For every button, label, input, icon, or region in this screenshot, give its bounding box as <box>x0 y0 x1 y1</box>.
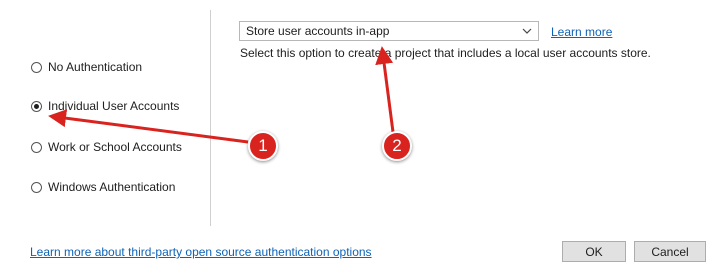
panel-divider <box>210 10 211 226</box>
chevron-down-icon <box>522 28 532 34</box>
annotation-arrow-2 <box>375 46 395 133</box>
radio-work-or-school-accounts[interactable]: Work or School Accounts <box>31 139 182 155</box>
radio-label: Windows Authentication <box>48 180 176 194</box>
learn-more-link[interactable]: Learn more <box>551 25 612 39</box>
radio-button[interactable] <box>31 61 42 73</box>
radio-button[interactable] <box>31 141 42 153</box>
radio-label: Individual User Accounts <box>48 99 180 113</box>
radio-button[interactable] <box>31 181 42 193</box>
third-party-auth-link[interactable]: Learn more about third-party open source… <box>30 245 372 259</box>
radio-label: Work or School Accounts <box>48 140 182 154</box>
option-description: Select this option to create a project t… <box>240 46 651 60</box>
annotation-badge-1: 1 <box>248 131 278 161</box>
radio-individual-user-accounts[interactable]: Individual User Accounts <box>31 98 179 114</box>
radio-no-authentication[interactable]: No Authentication <box>31 59 142 75</box>
annotation-badge-2: 2 <box>382 131 412 161</box>
user-store-dropdown[interactable]: Store user accounts in-app <box>239 21 539 41</box>
radio-windows-authentication[interactable]: Windows Authentication <box>31 179 175 195</box>
radio-button-selected[interactable] <box>31 100 42 112</box>
cancel-button[interactable]: Cancel <box>634 241 706 262</box>
radio-label: No Authentication <box>48 60 143 74</box>
dropdown-value: Store user accounts in-app <box>246 24 390 38</box>
ok-button[interactable]: OK <box>562 241 626 262</box>
